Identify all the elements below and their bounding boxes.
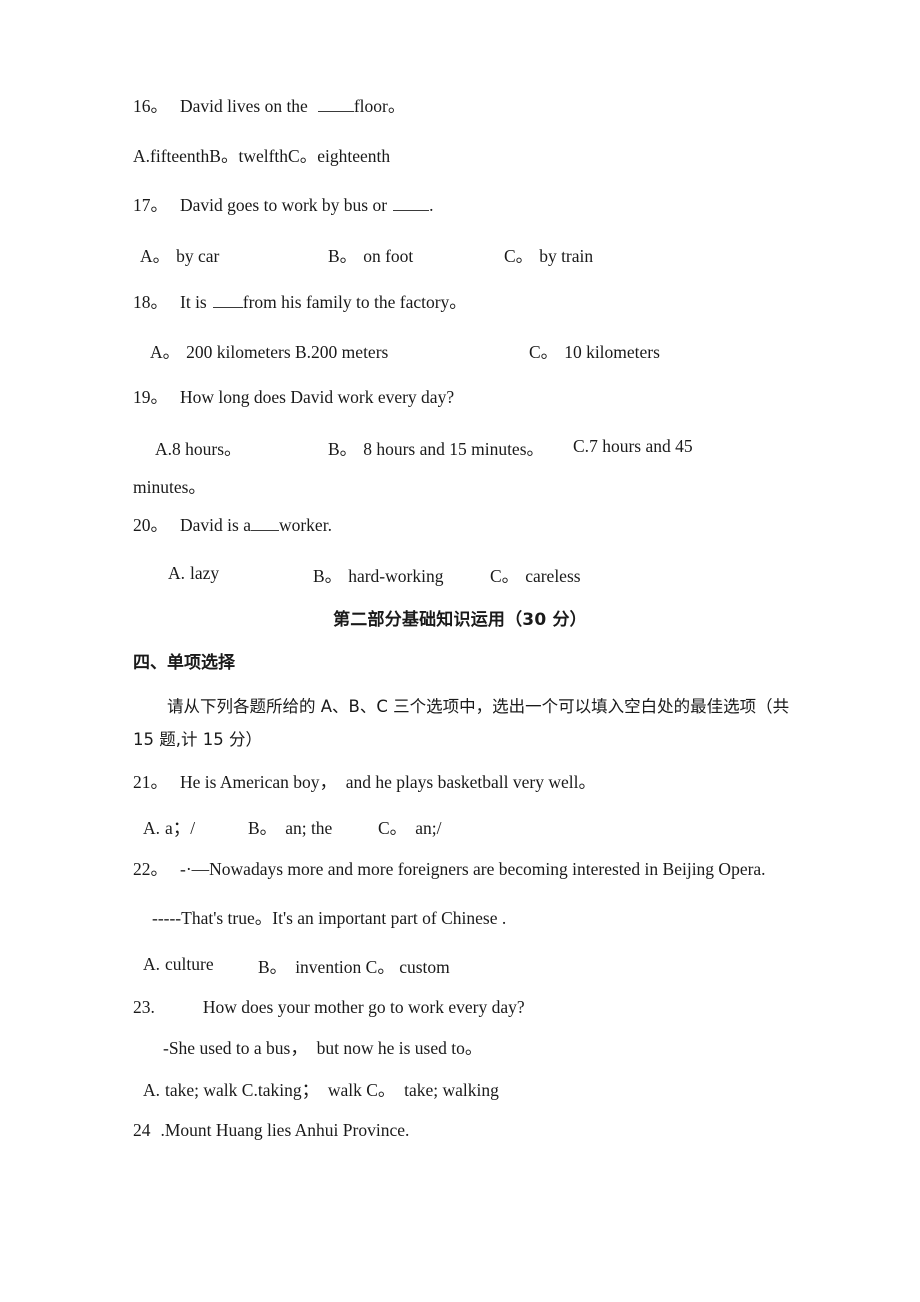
question-16-blank [317, 111, 354, 112]
exam-page: 16。 David lives on the floor。 A.fifteenthB… [0, 0, 920, 1302]
option-text: an;/ [415, 818, 442, 838]
question-18-option-a: A。 200 kilometers B.200 meters [150, 339, 388, 364]
question-22-stem-line2: -----That's true。It's an important part … [152, 908, 507, 928]
question-20-option-a: A. lazy [168, 563, 219, 584]
question-22-option-a: A. culture [143, 954, 214, 975]
question-16-options: A.fifteenthB。twelfthC。eighteenth [133, 145, 390, 167]
option-label: B。 [313, 566, 343, 586]
question-17-stem-pre: David goes to work by bus or [180, 195, 388, 215]
option-label: B。 [328, 246, 358, 266]
question-19-number: 19。 [133, 387, 168, 407]
question-21-stem: He is American boy， and he plays basketb… [180, 772, 597, 792]
question-17-option-c: C。 by train [504, 243, 593, 268]
question-24-number: 24 [133, 1120, 151, 1140]
option-label: B。 [258, 957, 288, 977]
option-text: careless [525, 566, 581, 586]
option-text: 7 hours and 45 [589, 436, 693, 456]
question-17: 17。 David goes to work by bus or. [133, 194, 433, 216]
option-label: C。 [529, 342, 559, 362]
part-two-title: 第二部分基础知识运用（30 分） [333, 610, 587, 630]
question-19: 19。 How long does David work every day? [133, 386, 454, 408]
question-23-number: 23. [133, 997, 155, 1017]
question-16: 16。 David lives on the floor。 [133, 95, 405, 117]
question-17-stem-post: . [429, 195, 434, 215]
option-text: 8 hours。 [172, 439, 242, 459]
question-19-option-a: A.8 hours。 [155, 436, 242, 461]
question-16-options-text: A.fifteenthB。twelfthC。eighteenth [133, 146, 391, 166]
option-label: A。 [150, 342, 181, 362]
option-text: 10 kilometers [564, 342, 660, 362]
question-17-option-a: A。 by car [140, 243, 219, 268]
instruction-line-1: 请从下列各题所给的 A、B、C 三个选项中，选出一个可以填入空白处的最佳选项（共 [167, 697, 790, 716]
option-text: a；/ [165, 818, 196, 838]
question-20-number: 20。 [133, 515, 168, 535]
option-text: hard-working [348, 566, 444, 586]
question-19-option-b: B。 8 hours and 15 minutes。 [328, 436, 544, 461]
section-four-title: 四、单项选择 [133, 653, 235, 673]
question-20-option-c: C。 careless [490, 563, 581, 588]
question-17-option-b: B。 on foot [328, 243, 413, 268]
question-19-stem: How long does David work every day? [180, 387, 455, 407]
question-18-number: 18。 [133, 292, 168, 312]
question-18-stem-pre: It is [180, 292, 207, 312]
question-18: 18。 It is from his family to the factory。 [133, 291, 467, 313]
question-22-stem: -·—Nowadays more and more foreigners are… [180, 859, 766, 879]
question-22: 22。 -·—Nowadays more and more foreigners … [133, 858, 766, 880]
option-label: A. [168, 563, 186, 583]
question-22-number: 22。 [133, 859, 168, 879]
question-23-stem-line2: -She used to a bus， but now he is used t… [163, 1038, 483, 1058]
question-23: 23. How does your mother go to work every… [133, 996, 525, 1018]
option-text: on foot [363, 246, 414, 266]
option-text: lazy [190, 563, 220, 583]
question-18-blank [212, 307, 243, 308]
option-label: A. [143, 818, 161, 838]
question-18-option-c: C。 10 kilometers [529, 339, 660, 364]
question-23-options: A. take; walk C.taking； walk C。 take; wal… [143, 1077, 499, 1102]
option-label: A. [143, 954, 161, 974]
question-21-option-b: B。 an; the [248, 815, 332, 840]
question-20: 20。 David is a worker. [133, 514, 332, 536]
option-label: A. [155, 439, 173, 459]
question-20-option-b: B。 hard-working [313, 563, 443, 588]
question-19-option-c: C.7 hours and 45 [573, 436, 693, 457]
question-24-stem: .Mount Huang lies Anhui Province. [160, 1120, 410, 1140]
question-19-options-wrap: minutes。 [133, 477, 206, 497]
option-text: an; the [285, 818, 333, 838]
question-17-number: 17。 [133, 195, 168, 215]
option-text: culture [165, 954, 214, 974]
question-17-blank [393, 210, 430, 211]
question-23-stem: How does your mother go to work every da… [202, 997, 525, 1017]
instruction-paragraph: 请从下列各题所给的 A、B、C 三个选项中，选出一个可以填入空白处的最佳选项（共… [133, 690, 813, 756]
question-16-stem-pre: David lives on the [180, 96, 308, 116]
option-text: invention C。 custom [295, 957, 450, 977]
question-22-option-b: B。 invention C。 custom [258, 954, 450, 979]
option-label: B。 [328, 439, 358, 459]
question-16-stem-post: floor。 [353, 96, 406, 116]
question-20-stem-pre: David is a [180, 515, 251, 535]
question-24: 24 .Mount Huang lies Anhui Province. [133, 1119, 409, 1141]
question-21: 21。 He is American boy， and he plays bask… [133, 771, 596, 793]
question-21-number: 21。 [133, 772, 168, 792]
option-label: A. [143, 1080, 161, 1100]
option-label: B。 [248, 818, 278, 838]
instruction-line-2: 15 题,计 15 分） [133, 730, 262, 749]
option-label: C。 [504, 246, 534, 266]
option-text: 200 kilometers B.200 meters [186, 342, 389, 362]
option-text: by train [539, 246, 594, 266]
question-20-blank [250, 530, 279, 531]
question-21-option-a: A. a；/ [143, 815, 195, 840]
option-text: take; walk C.taking； walk C。 take; walki… [165, 1080, 499, 1100]
option-text: 8 hours and 15 minutes。 [363, 439, 545, 459]
question-21-option-c: C。 an;/ [378, 815, 441, 840]
option-label: C。 [490, 566, 520, 586]
question-18-stem-post: from his family to the factory。 [242, 292, 467, 312]
option-label: C. [573, 436, 590, 456]
option-label: A。 [140, 246, 171, 266]
question-20-stem-post: worker. [278, 515, 332, 535]
option-label: C。 [378, 818, 408, 838]
question-16-number: 16。 [133, 96, 168, 116]
option-text: by car [176, 246, 220, 266]
